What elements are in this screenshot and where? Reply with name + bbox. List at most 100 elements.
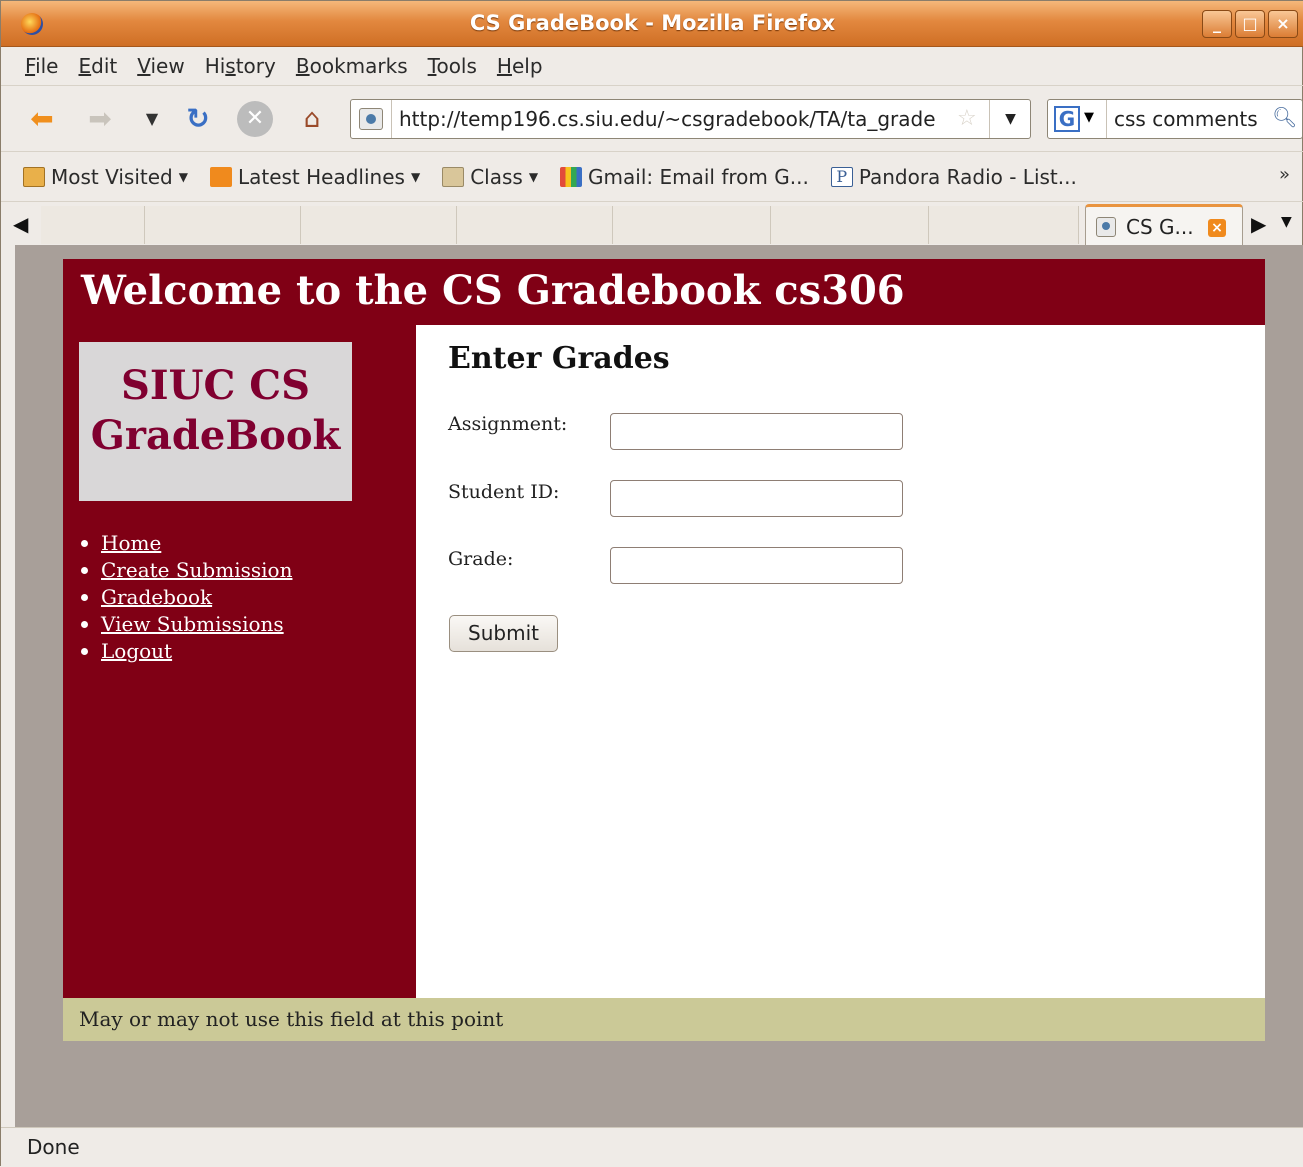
- google-search-engine-icon[interactable]: G: [1054, 106, 1080, 132]
- form-heading: Enter Grades: [448, 341, 670, 376]
- page-icon: [1096, 217, 1116, 237]
- siuc-gradebook-logo: SIUC CS GradeBook: [79, 342, 352, 501]
- chevron-down-icon: ▼: [528, 169, 539, 184]
- sidebar-item-gradebook: Gradebook: [77, 585, 292, 612]
- url-input[interactable]: [399, 104, 959, 134]
- site-identity-icon[interactable]: [359, 108, 383, 130]
- tab[interactable]: [457, 206, 613, 244]
- assignment-input[interactable]: [610, 413, 903, 450]
- tab[interactable]: [41, 206, 145, 244]
- url-divider: [391, 100, 392, 138]
- sidebar-item-create-submission: Create Submission: [77, 558, 292, 585]
- window-title: CS GradeBook - Mozilla Firefox: [469, 11, 836, 35]
- sidebar: SIUC CS GradeBook Home Create Submission…: [63, 325, 416, 998]
- tab-bar: ◀ CS G... × ▶ ▼: [1, 201, 1303, 246]
- bookmark-class[interactable]: Class ▼: [442, 165, 538, 189]
- bookmark-label: Most Visited: [51, 164, 173, 189]
- main-panel: Enter Grades Assignment: Student ID: Gra…: [416, 325, 1265, 998]
- student-id-input[interactable]: [610, 480, 903, 517]
- menu-file[interactable]: File: [25, 54, 58, 78]
- submit-button[interactable]: Submit: [449, 615, 558, 652]
- close-button[interactable]: ×: [1268, 10, 1298, 38]
- browser-window: CS GradeBook - Mozilla Firefox _ □ × Fil…: [0, 0, 1303, 1167]
- gmail-icon: [560, 166, 583, 187]
- browser-content: Welcome to the CS Gradebook cs306 SIUC C…: [15, 245, 1303, 1127]
- bookmark-label: Gmail: Email from G...: [588, 164, 809, 189]
- sidebar-item-home: Home: [77, 531, 292, 558]
- tab[interactable]: [771, 206, 929, 244]
- pandora-icon: P: [830, 166, 853, 187]
- tab[interactable]: [301, 206, 457, 244]
- tab-active[interactable]: CS G... ×: [1085, 204, 1243, 246]
- history-dropdown-icon[interactable]: ▼: [135, 102, 169, 136]
- chevron-down-icon: ▼: [410, 169, 421, 184]
- search-input[interactable]: [1114, 104, 1272, 134]
- gradebook-page: Welcome to the CS Gradebook cs306 SIUC C…: [63, 259, 1265, 1041]
- scroll-tabs-left-icon[interactable]: ◀: [13, 212, 28, 236]
- bookmark-gmail[interactable]: Gmail: Email from G...: [560, 165, 809, 189]
- grade-input[interactable]: [610, 547, 903, 584]
- nav-link-logout[interactable]: Logout: [101, 639, 172, 663]
- scroll-tabs-right-icon[interactable]: ▶: [1251, 212, 1266, 236]
- home-icon[interactable]: ⌂: [295, 102, 329, 136]
- title-bar[interactable]: CS GradeBook - Mozilla Firefox _ □ ×: [1, 1, 1303, 47]
- forward-arrow-icon[interactable]: ➡: [83, 102, 117, 136]
- search-bar[interactable]: G ▼ 🔍︎: [1047, 99, 1303, 139]
- menu-bar: File Edit View History Bookmarks Tools H…: [1, 47, 1303, 85]
- chevron-down-icon: ▼: [178, 169, 188, 184]
- assignment-label: Assignment:: [448, 413, 568, 435]
- bookmark-star-icon[interactable]: ☆: [957, 106, 977, 131]
- menu-history[interactable]: History: [205, 54, 276, 78]
- menu-help[interactable]: Help: [497, 54, 543, 78]
- back-arrow-icon[interactable]: ⬅: [25, 102, 59, 136]
- tab[interactable]: [145, 206, 301, 244]
- menu-view[interactable]: View: [137, 54, 184, 78]
- status-text: Done: [27, 1135, 80, 1159]
- tab[interactable]: [613, 206, 771, 244]
- search-divider: [1106, 100, 1107, 138]
- page-header: Welcome to the CS Gradebook cs306: [63, 259, 1265, 325]
- url-bar[interactable]: ☆ ▼: [350, 99, 1031, 139]
- nav-link-home[interactable]: Home: [101, 531, 161, 555]
- bookmark-latest-headlines[interactable]: Latest Headlines ▼: [209, 164, 421, 189]
- bookmarks-toolbar: Most Visited ▼ Latest Headlines ▼ Class …: [1, 151, 1303, 201]
- page-title: Welcome to the CS Gradebook cs306: [81, 267, 905, 314]
- bookmarks-overflow-icon[interactable]: »: [1279, 164, 1290, 185]
- maximize-button[interactable]: □: [1235, 10, 1265, 38]
- folder-icon: [23, 166, 45, 187]
- window-controls: _ □ ×: [1202, 10, 1298, 38]
- search-icon[interactable]: 🔍︎: [1272, 105, 1297, 129]
- bookmark-label: Latest Headlines: [237, 164, 405, 189]
- bookmark-pandora[interactable]: P Pandora Radio - List...: [830, 164, 1077, 189]
- sidebar-item-logout: Logout: [77, 639, 292, 666]
- bookmark-most-visited[interactable]: Most Visited ▼: [23, 165, 188, 189]
- sidebar-nav: Home Create Submission Gradebook View Su…: [77, 531, 292, 666]
- nav-link-view-submissions[interactable]: View Submissions: [101, 612, 284, 636]
- sidebar-item-view-submissions: View Submissions: [77, 612, 292, 639]
- logo-line-1: SIUC CS: [121, 362, 310, 409]
- close-tab-icon[interactable]: ×: [1208, 219, 1226, 237]
- bookmark-label: Class: [470, 164, 523, 189]
- tab-list-dropdown-icon[interactable]: ▼: [1281, 214, 1292, 230]
- tab[interactable]: [929, 206, 1079, 244]
- menu-bookmarks[interactable]: Bookmarks: [296, 54, 408, 78]
- stop-icon[interactable]: ✕: [237, 101, 273, 137]
- reload-icon[interactable]: ↻: [181, 102, 215, 136]
- search-engine-dropdown-icon[interactable]: ▼: [1084, 110, 1094, 125]
- grade-label: Grade:: [448, 548, 514, 570]
- tab-label: CS G...: [1126, 215, 1194, 239]
- menu-tools[interactable]: Tools: [428, 54, 477, 78]
- page-footer: May or may not use this field at this po…: [63, 998, 1265, 1041]
- footer-text: May or may not use this field at this po…: [79, 1007, 504, 1031]
- status-bar: Done: [1, 1127, 1303, 1167]
- minimize-button[interactable]: _: [1202, 10, 1232, 38]
- url-dropdown-icon[interactable]: ▼: [989, 100, 1031, 138]
- folder-icon: [442, 166, 465, 187]
- navigation-toolbar: ⬅ ➡ ▼ ↻ ✕ ⌂ ☆ ▼ G ▼ 🔍︎: [1, 85, 1303, 151]
- nav-link-gradebook[interactable]: Gradebook: [101, 585, 212, 609]
- nav-link-create-submission[interactable]: Create Submission: [101, 558, 292, 582]
- logo-line-2: GradeBook: [90, 412, 341, 459]
- student-id-label: Student ID:: [448, 481, 560, 503]
- menu-edit[interactable]: Edit: [78, 54, 117, 78]
- bookmark-label: Pandora Radio - List...: [858, 164, 1077, 189]
